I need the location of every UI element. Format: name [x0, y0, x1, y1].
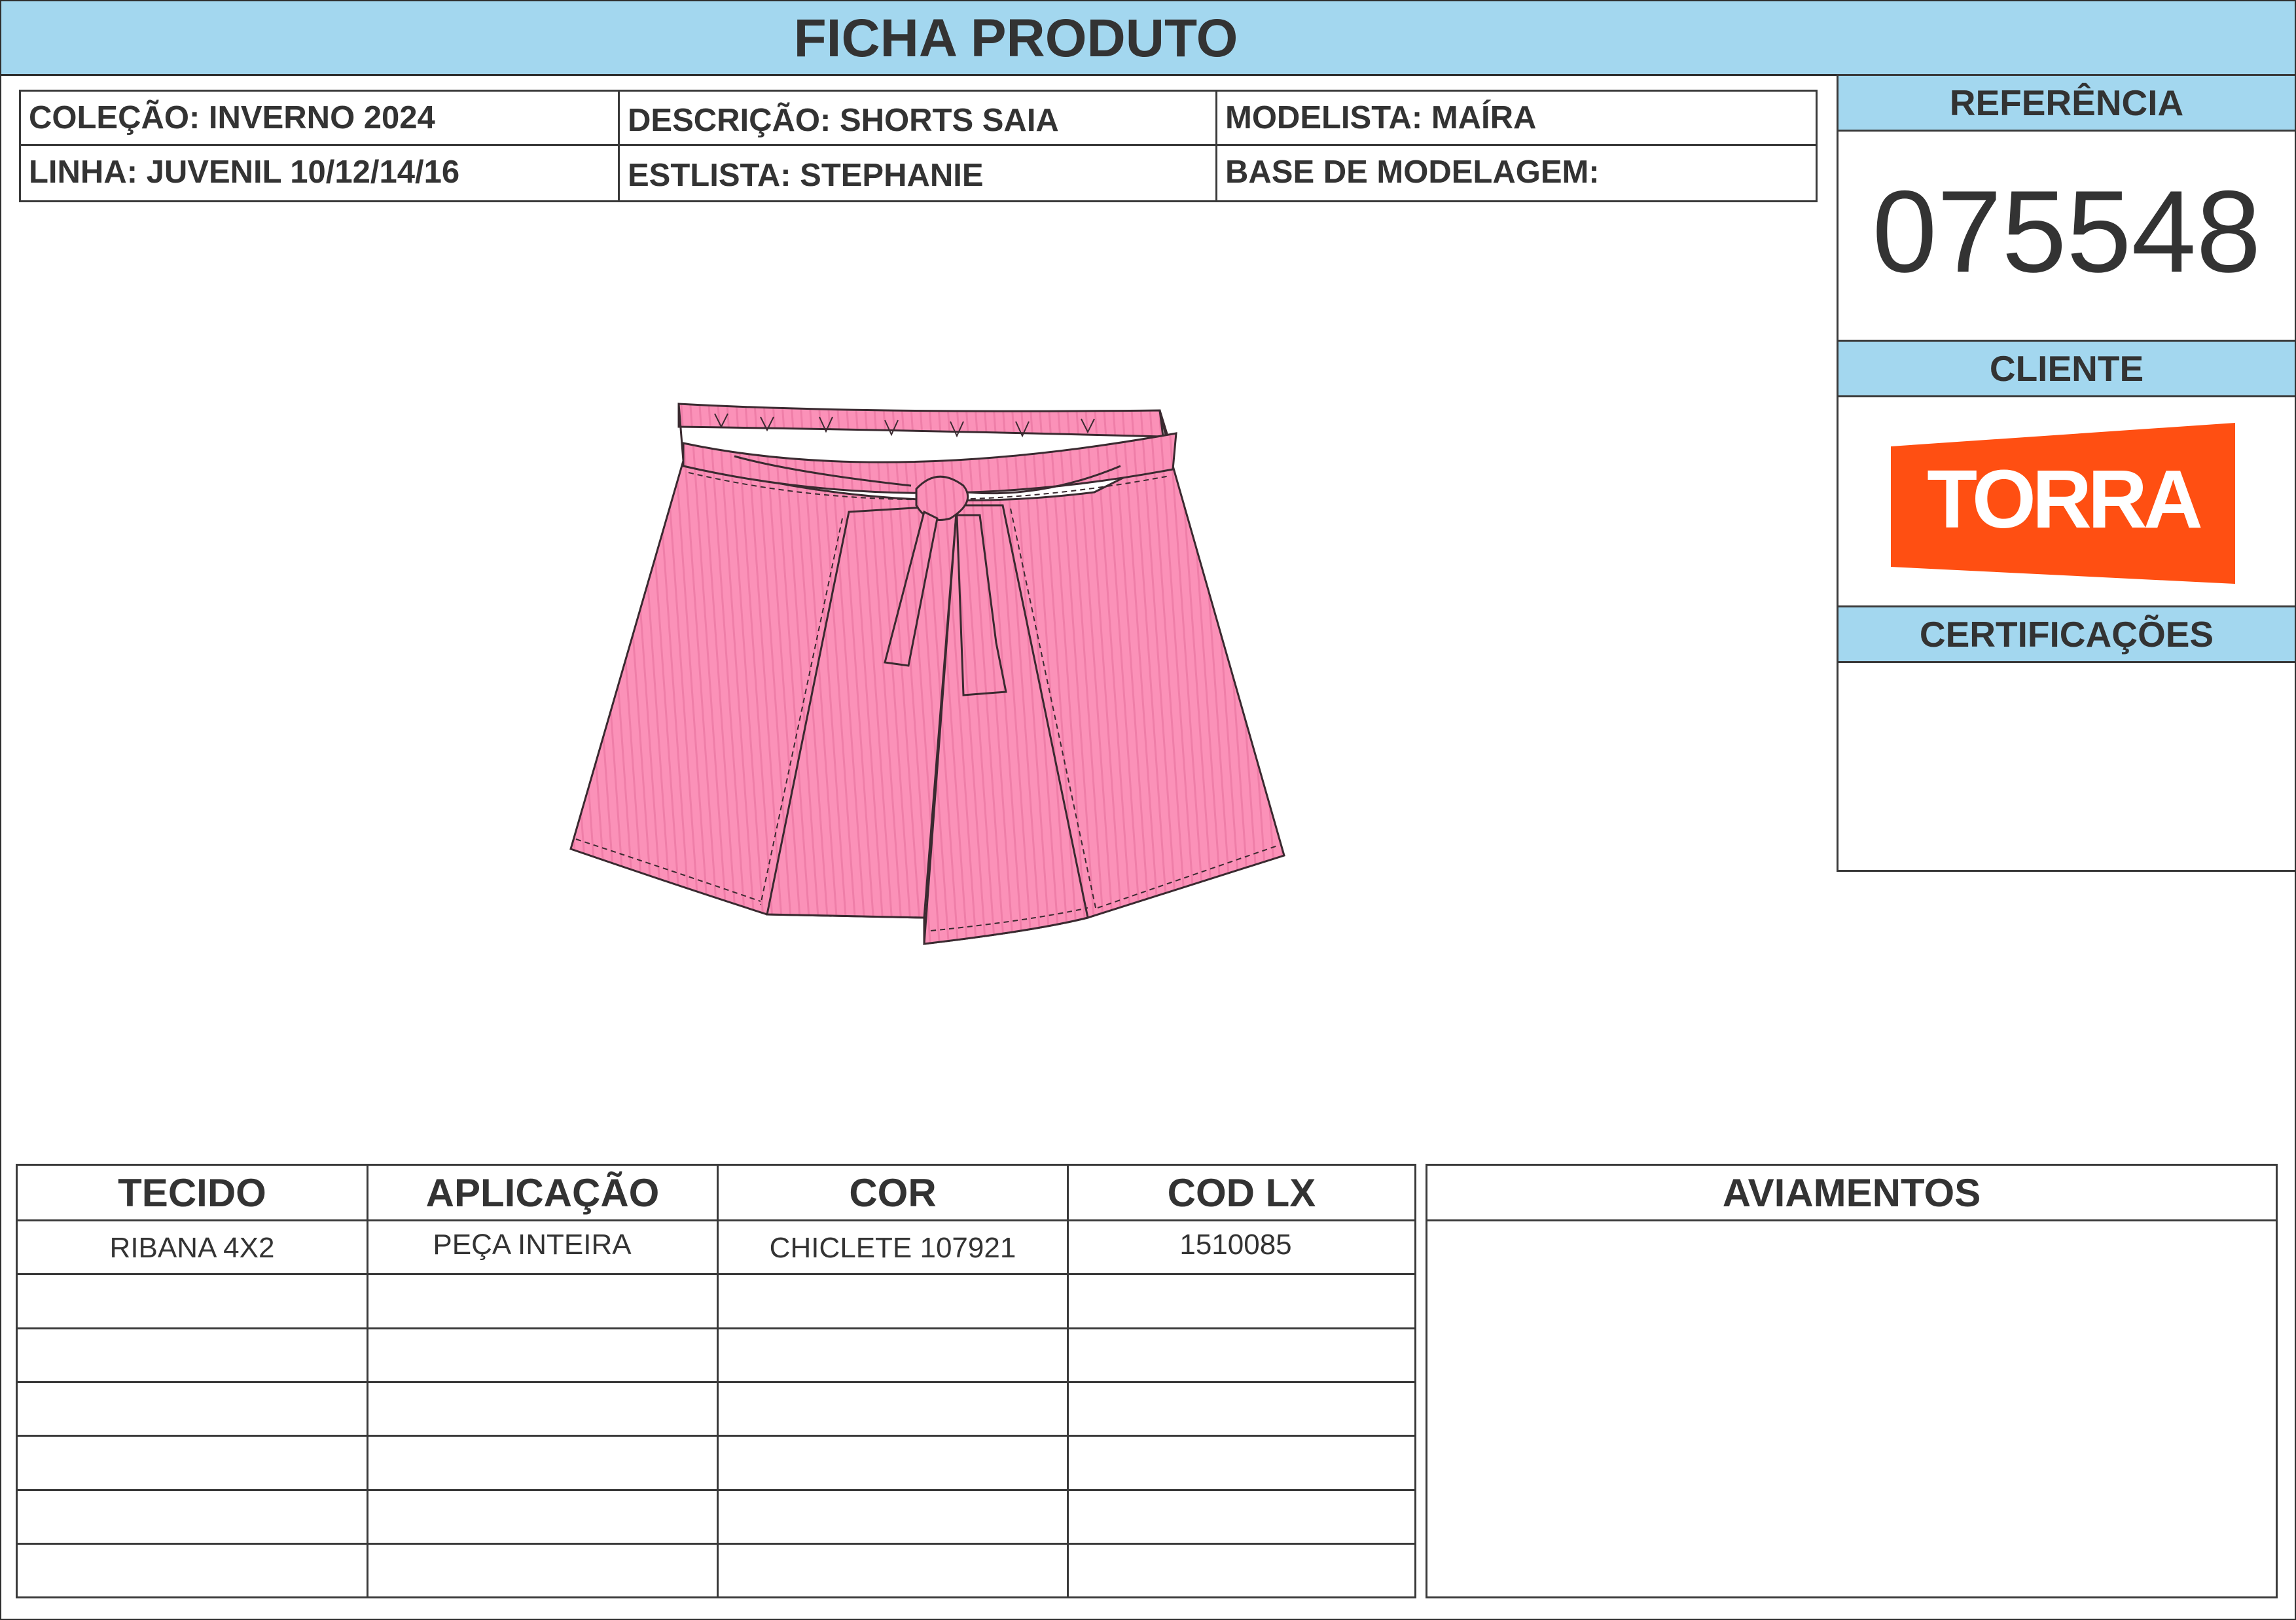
col-header-tecido: TECIDO — [118, 1170, 266, 1215]
title-bar: FICHA PRODUTO — [1, 1, 2295, 76]
table-cell-tecido: RIBANA 4X2 — [109, 1232, 275, 1264]
table-cell-cor: CHICLETE 107921 — [769, 1232, 1016, 1264]
page-title: FICHA PRODUTO — [793, 9, 1238, 68]
col-header-aplicacao: APLICAÇÃO — [425, 1170, 660, 1215]
referencia-value: 075548 — [1872, 166, 2261, 297]
col-header-cor: COR — [849, 1170, 937, 1215]
col-header-cod-lx: COD LX — [1167, 1170, 1316, 1215]
certificacoes-header: CERTIFICAÇÕES — [1839, 605, 2295, 663]
linha-field: LINHA: JUVENIL 10/12/14/16 — [29, 154, 460, 190]
torra-logo: TORRA — [1891, 423, 2235, 584]
product-sheet: FICHA PRODUTO COLEÇÃO: INVERNO 2024 DESC… — [0, 0, 2296, 1620]
base-modelagem-field: BASE DE MODELAGEM: — [1225, 154, 1600, 190]
side-panel: REFERÊNCIA 075548 CLIENTE TORRA CERTIFIC… — [1837, 74, 2295, 872]
colecao-field: COLEÇÃO: INVERNO 2024 — [29, 100, 435, 135]
materials-table: TECIDO APLICAÇÃO COR COD LX RIBANA 4X2 P… — [16, 1164, 1416, 1598]
cliente-header: CLIENTE — [1839, 340, 2295, 397]
table-cell-cod-lx: 1510085 — [1179, 1229, 1292, 1261]
table-cell-aplicacao: PEÇA INTEIRA — [433, 1229, 632, 1261]
estilista-field: ESTLISTA: STEPHANIE — [628, 158, 984, 193]
product-info-grid: COLEÇÃO: INVERNO 2024 DESCRIÇÃO: SHORTS … — [19, 90, 1818, 202]
aviamentos-header: AVIAMENTOS — [1427, 1166, 2276, 1221]
modelista-field: MODELISTA: MAÍRA — [1225, 100, 1537, 135]
referencia-header: REFERÊNCIA — [1839, 74, 2295, 132]
garment-illustration — [569, 403, 1285, 945]
aviamentos-box: AVIAMENTOS — [1426, 1164, 2278, 1598]
descricao-field: DESCRIÇÃO: SHORTS SAIA — [628, 103, 1059, 138]
svg-text:TORRA: TORRA — [1927, 453, 2201, 545]
